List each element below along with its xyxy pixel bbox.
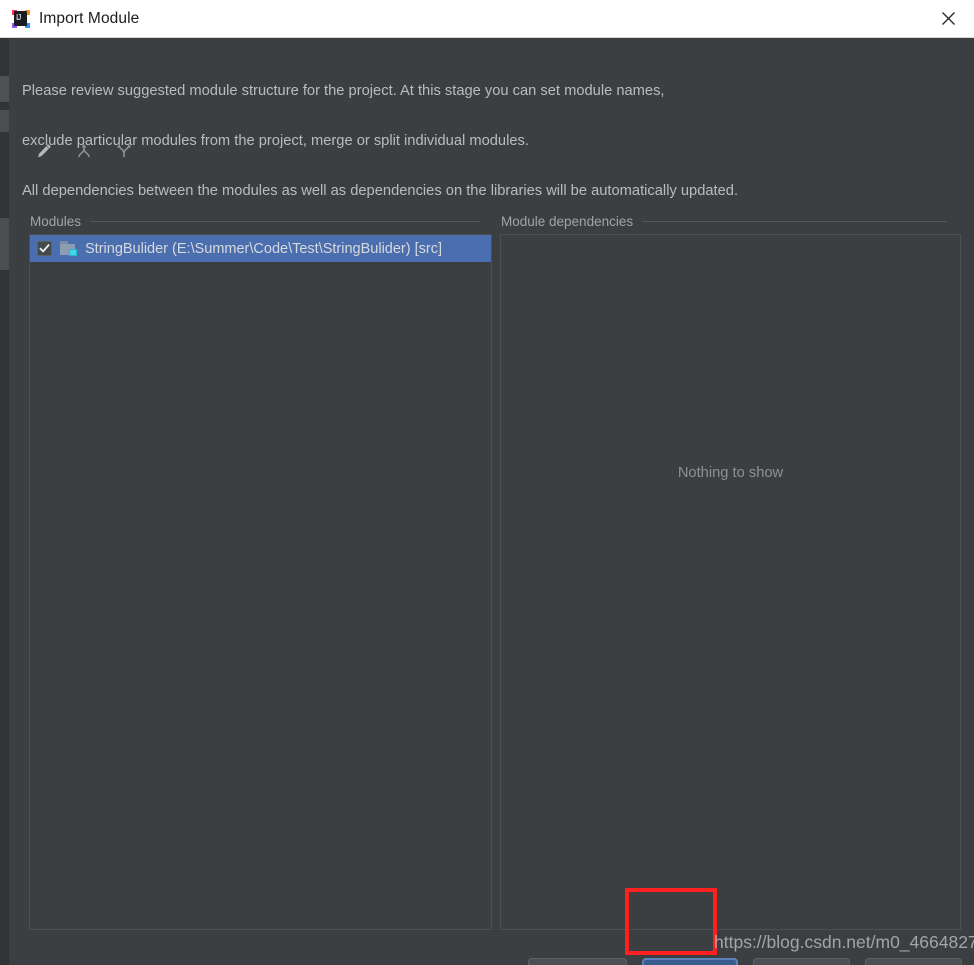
section-divider	[90, 221, 481, 222]
module-folder-icon	[60, 241, 77, 256]
empty-state-text: Nothing to show	[677, 465, 784, 481]
next-button[interactable]: Next	[642, 958, 738, 965]
description-line-1: Please review suggested module structure…	[22, 83, 665, 99]
dialog-description: Please review suggested module structure…	[22, 54, 952, 229]
merge-modules-icon[interactable]	[71, 138, 97, 164]
watermark-text: https://blog.csdn.net/m0_46648272	[714, 932, 974, 952]
window-title: Import Module	[39, 9, 140, 27]
intellij-idea-icon: IJ	[12, 9, 30, 28]
help-button[interactable]: Help	[865, 958, 962, 965]
modules-list-panel[interactable]: StringBulider (E:\Summer\Code\Test\Strin…	[29, 234, 492, 930]
modules-section-label: Modules	[30, 214, 82, 229]
description-line-2: exclude particular modules from the proj…	[22, 133, 529, 149]
list-item[interactable]: StringBulider (E:\Summer\Code\Test\Strin…	[30, 235, 491, 262]
dependencies-section-label: Module dependencies	[501, 214, 634, 229]
close-icon[interactable]	[922, 0, 974, 37]
edit-pencil-icon[interactable]	[31, 138, 57, 164]
module-dependencies-panel[interactable]: Nothing to show	[500, 234, 961, 930]
previous-button[interactable]: Previous	[528, 958, 627, 965]
title-bar: IJ Import Module	[0, 0, 974, 38]
description-line-3: All dependencies between the modules as …	[22, 183, 739, 199]
modules-section-header: Modules	[30, 214, 490, 229]
module-toolbar	[31, 138, 137, 164]
dependencies-section-header: Module dependencies	[501, 214, 961, 229]
module-label: StringBulider (E:\Summer\Code\Test\Strin…	[85, 240, 442, 257]
cancel-button[interactable]: Cancel	[753, 958, 850, 965]
background-window-edge	[0, 38, 9, 965]
section-divider	[642, 221, 948, 222]
module-checkbox[interactable]	[37, 241, 52, 256]
import-module-dialog: IJ Import Module Please review suggested…	[0, 0, 974, 965]
split-module-icon[interactable]	[111, 138, 137, 164]
dialog-content: Please review suggested module structure…	[9, 38, 974, 965]
